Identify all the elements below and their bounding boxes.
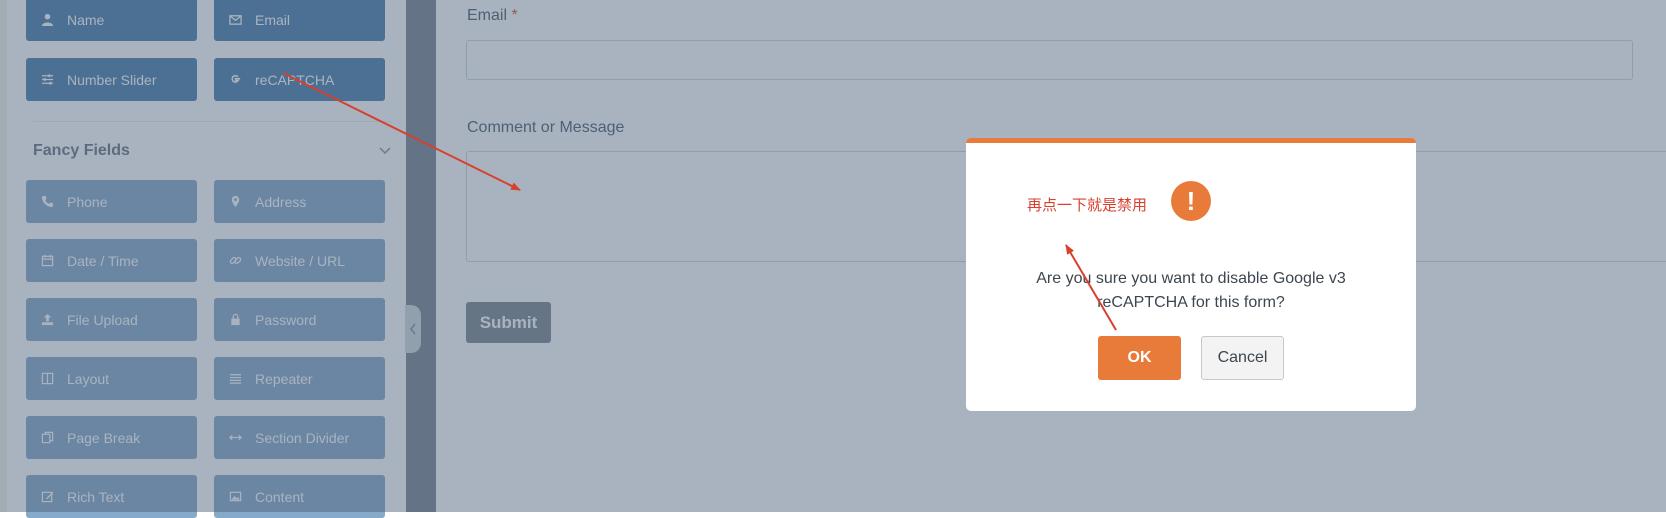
dialog-message: Are you sure you want to disable Google … bbox=[1036, 270, 1346, 311]
annotation-text: 再点一下就是禁用 bbox=[1027, 197, 1148, 214]
ok-button[interactable]: OK bbox=[1098, 336, 1181, 380]
modal-overlay[interactable] bbox=[7, 0, 1666, 512]
warning-icon: ! bbox=[1171, 181, 1211, 221]
cancel-button[interactable]: Cancel bbox=[1201, 336, 1284, 380]
left-edge bbox=[0, 0, 7, 512]
confirm-disable-recaptcha-dialog: 再点一下就是禁用 ! Are you sure you want to disa… bbox=[966, 138, 1416, 411]
